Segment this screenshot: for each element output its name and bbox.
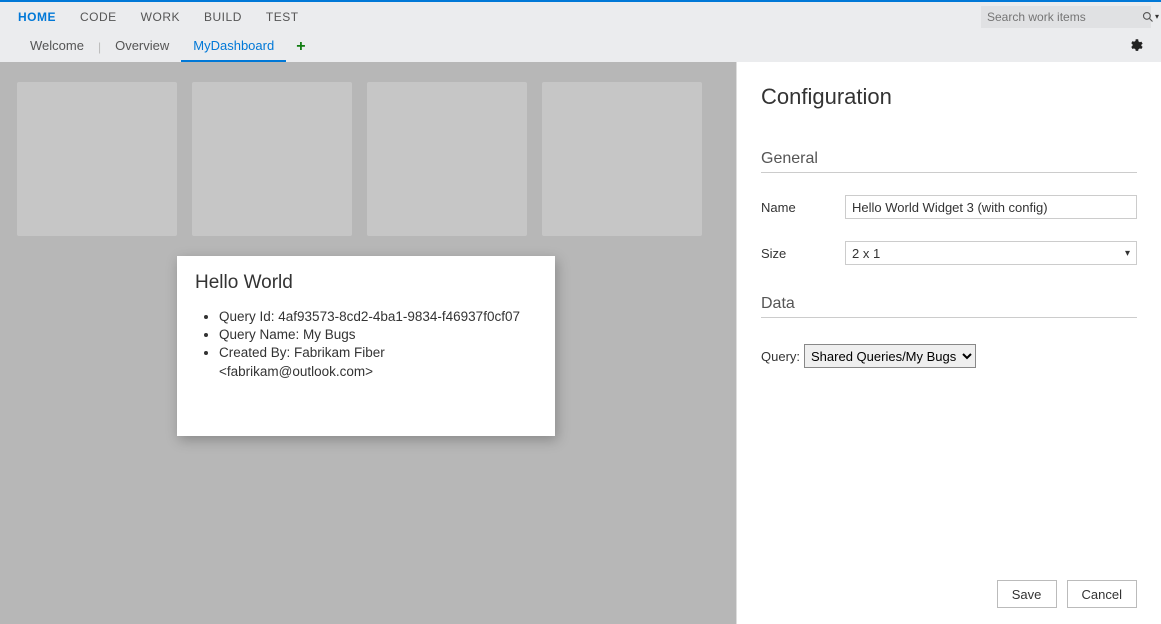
dashboard-placeholder[interactable] xyxy=(367,82,527,236)
cancel-button[interactable]: Cancel xyxy=(1067,580,1137,608)
size-select[interactable]: 2 x 1 ▾ xyxy=(845,241,1137,265)
tab-build[interactable]: BUILD xyxy=(192,2,254,32)
gear-icon[interactable] xyxy=(1123,38,1147,56)
search-dropdown-icon[interactable]: ▾ xyxy=(1155,12,1159,21)
data-heading: Data xyxy=(761,295,1137,318)
sub-tab-bar: Welcome | Overview MyDashboard + xyxy=(0,32,1161,62)
query-select[interactable]: Shared Queries/My Bugs xyxy=(804,344,976,368)
size-value: 2 x 1 xyxy=(852,246,880,261)
tab-work[interactable]: WORK xyxy=(129,2,192,32)
search-input[interactable] xyxy=(987,10,1142,24)
dashboard-placeholder[interactable] xyxy=(542,82,702,236)
main-tab-bar: HOME CODE WORK BUILD TEST ▾ xyxy=(0,2,1161,32)
name-label: Name xyxy=(761,200,845,215)
sub-tab-overview[interactable]: Overview xyxy=(103,32,181,62)
sub-tab-divider: | xyxy=(96,40,103,54)
add-dashboard-button[interactable]: + xyxy=(286,38,315,56)
sub-tab-mydashboard[interactable]: MyDashboard xyxy=(181,32,286,62)
size-label: Size xyxy=(761,246,845,261)
search-icon[interactable] xyxy=(1142,9,1154,25)
dashboard-placeholder[interactable] xyxy=(192,82,352,236)
sub-tab-welcome[interactable]: Welcome xyxy=(18,32,96,62)
widget-query-name: Query Name: My Bugs xyxy=(219,326,537,344)
configuration-panel: Configuration General Name Size 2 x 1 ▾ … xyxy=(736,62,1161,624)
save-button[interactable]: Save xyxy=(997,580,1057,608)
chevron-down-icon: ▾ xyxy=(1125,248,1130,259)
tab-code[interactable]: CODE xyxy=(68,2,129,32)
tab-home[interactable]: HOME xyxy=(10,2,68,32)
query-label: Query: xyxy=(761,349,800,364)
name-input[interactable] xyxy=(845,195,1137,219)
general-heading: General xyxy=(761,150,1137,173)
widget-query-id: Query Id: 4af93573-8cd2-4ba1-9834-f46937… xyxy=(219,308,537,326)
widget-created-by: Created By: Fabrikam Fiber <fabrikam@out… xyxy=(219,344,537,380)
widget-details-list: Query Id: 4af93573-8cd2-4ba1-9834-f46937… xyxy=(195,308,537,381)
dashboard-placeholder[interactable] xyxy=(17,82,177,236)
hello-world-widget[interactable]: Hello World Query Id: 4af93573-8cd2-4ba1… xyxy=(177,256,555,436)
configuration-title: Configuration xyxy=(761,84,1137,110)
widget-title: Hello World xyxy=(195,272,537,294)
search-box[interactable]: ▾ xyxy=(981,6,1151,28)
dashboard-canvas: Hello World Query Id: 4af93573-8cd2-4ba1… xyxy=(0,62,736,624)
tab-test[interactable]: TEST xyxy=(254,2,311,32)
